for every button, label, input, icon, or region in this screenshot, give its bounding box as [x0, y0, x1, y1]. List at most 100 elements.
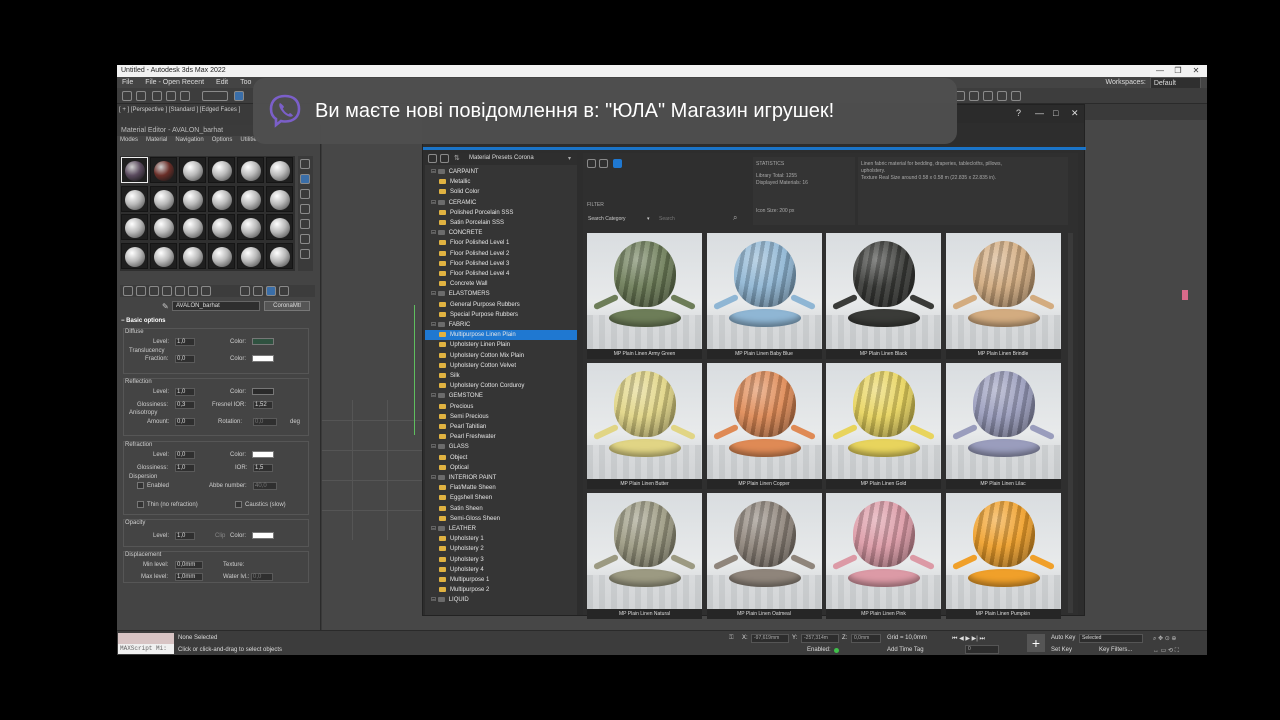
max-level-field[interactable]: 1,0mm: [175, 573, 203, 581]
material-slot[interactable]: [179, 157, 206, 183]
viber-notification[interactable]: Ви маєте нові повідомлення в: "ЮЛА" Мага…: [253, 78, 957, 144]
select-object-icon[interactable]: [234, 91, 244, 101]
tree-item[interactable]: Upholstery 2: [425, 544, 577, 554]
menu-modes[interactable]: Modes: [120, 136, 138, 145]
set-key-button[interactable]: Set Key: [1051, 647, 1072, 653]
material-slot[interactable]: [179, 185, 206, 212]
tree-category[interactable]: ⊟ CERAMIC: [425, 198, 577, 208]
material-tile[interactable]: MP Plain Linen Copper: [706, 363, 822, 489]
caustics-checkbox[interactable]: [235, 501, 242, 508]
expand-icon[interactable]: [440, 154, 449, 163]
playback-controls[interactable]: ⏮ ◀ ▶ ▶| ⏭: [952, 635, 985, 643]
toolbar-tool-icon[interactable]: [983, 91, 993, 101]
material-slot[interactable]: [266, 157, 293, 183]
material-slot[interactable]: [179, 242, 206, 269]
icon-size[interactable]: Icon Size: 200 px: [756, 208, 794, 214]
tree-item[interactable]: Floor Polished Level 2: [425, 249, 577, 259]
close-button[interactable]: ✕: [1189, 65, 1203, 77]
reflection-level-field[interactable]: 1,0: [175, 388, 195, 396]
material-tile[interactable]: MP Plain Linen Baby Blue: [706, 233, 822, 359]
opacity-level-field[interactable]: 1,0: [175, 532, 195, 540]
collapse-icon[interactable]: [428, 154, 437, 163]
redo-icon[interactable]: [136, 91, 146, 101]
abbe-field[interactable]: 40,0: [253, 482, 277, 490]
unlink-icon[interactable]: [166, 91, 176, 101]
material-tile[interactable]: MP Plain Linen Natural: [587, 493, 702, 619]
tree-item[interactable]: Multipurpose 1: [425, 575, 577, 585]
material-tile[interactable]: MP Plain Linen Butter: [587, 363, 702, 489]
tree-item[interactable]: Satin Porcelain SSS: [425, 218, 577, 228]
presets-maximize-button[interactable]: □: [1053, 108, 1058, 118]
material-tile[interactable]: MP Plain Linen Oatmeal: [706, 493, 822, 619]
material-slot[interactable]: [179, 214, 206, 240]
material-tile[interactable]: MP Plain Linen Pink: [826, 493, 941, 619]
material-name-field[interactable]: AVALON_barhat: [172, 301, 260, 311]
reflection-color-swatch[interactable]: [252, 388, 274, 395]
tree-item[interactable]: Object: [425, 453, 577, 463]
search-icon[interactable]: ⌕: [733, 213, 737, 223]
material-tile[interactable]: MP Plain Linen Gold: [826, 363, 941, 489]
diffuse-level-field[interactable]: 1,0: [175, 338, 195, 346]
expand-toggle-icon[interactable]: ⊟: [431, 597, 438, 603]
link-icon[interactable]: [152, 91, 162, 101]
list-view-icon[interactable]: [599, 159, 608, 168]
maximize-button[interactable]: ❐: [1171, 65, 1185, 77]
tree-item[interactable]: Flat/Matte Sheen: [425, 483, 577, 493]
tree-item[interactable]: Upholstery 3: [425, 555, 577, 565]
menu-tools[interactable]: Too: [240, 77, 251, 88]
tree-category[interactable]: ⊟ CARPAINT: [425, 167, 577, 177]
grid-scrollbar[interactable]: [1068, 233, 1073, 613]
library-icon[interactable]: [201, 286, 211, 296]
chevron-down-icon[interactable]: ▾: [568, 155, 571, 162]
expand-toggle-icon[interactable]: ⊟: [431, 291, 438, 297]
material-slot[interactable]: [208, 214, 235, 240]
viewport-nav-icons[interactable]: ⌕ ✥ ⊙ ⊕: [1153, 635, 1176, 643]
tree-item[interactable]: Pearl Freshwater: [425, 432, 577, 442]
tree-item[interactable]: Multipurpose Linen Plain: [425, 330, 577, 341]
z-coordinate-field[interactable]: 0,0mm: [851, 634, 881, 643]
tree-item[interactable]: General Purpose Rubbers: [425, 300, 577, 310]
material-tile[interactable]: MP Plain Linen Brindle: [945, 233, 1061, 359]
material-type-button[interactable]: CoronaMtl: [264, 301, 310, 311]
maxscript-listener[interactable]: MAXScript Mi:: [118, 633, 174, 654]
material-slot[interactable]: [150, 157, 177, 183]
refraction-gloss-field[interactable]: 1,0: [175, 464, 195, 472]
refraction-color-swatch[interactable]: [252, 451, 274, 458]
copy-material-icon[interactable]: [175, 286, 185, 296]
material-slot[interactable]: [121, 242, 148, 269]
go-to-parent-icon[interactable]: [266, 286, 276, 296]
material-slot[interactable]: [208, 185, 235, 212]
unique-icon[interactable]: [188, 286, 198, 296]
tree-item[interactable]: Precious: [425, 402, 577, 412]
current-frame-field[interactable]: 0: [965, 645, 999, 654]
sample-type-icon[interactable]: [300, 159, 310, 169]
search-input[interactable]: Search: [659, 216, 675, 222]
auto-key-button[interactable]: Auto Key: [1051, 635, 1075, 641]
add-time-tag[interactable]: Add Time Tag: [887, 647, 924, 653]
viewport-label[interactable]: [ + ] [Perspective ] [Standard ] [Edged …: [119, 107, 240, 113]
fraction-field[interactable]: 0,0: [175, 355, 195, 363]
reset-map-icon[interactable]: [162, 286, 172, 296]
tree-category[interactable]: ⊟ ELASTOMERS: [425, 289, 577, 299]
reflection-gloss-field[interactable]: 0,3: [175, 401, 195, 409]
material-slot[interactable]: [208, 242, 235, 269]
presets-close-button[interactable]: ✕: [1071, 108, 1079, 119]
tree-item[interactable]: Polished Porcelain SSS: [425, 208, 577, 218]
material-slot[interactable]: [237, 242, 264, 269]
tree-item[interactable]: Semi Precious: [425, 412, 577, 422]
material-slot[interactable]: [237, 157, 264, 183]
grid-view-icon[interactable]: [587, 159, 596, 168]
lock-selection-icon[interactable]: ⚿: [729, 635, 734, 642]
material-slot[interactable]: [237, 214, 264, 240]
material-slot[interactable]: [150, 242, 177, 269]
dispersion-enabled-checkbox[interactable]: [137, 482, 144, 489]
add-key-icon[interactable]: +: [1027, 634, 1045, 652]
expand-toggle-icon[interactable]: ⊟: [431, 230, 438, 236]
tree-item[interactable]: Eggshell Sheen: [425, 493, 577, 503]
tree-item[interactable]: Floor Polished Level 3: [425, 259, 577, 269]
material-tile[interactable]: MP Plain Linen Army Green: [587, 233, 702, 359]
tree-item[interactable]: Optical: [425, 463, 577, 473]
put-to-scene-icon[interactable]: [136, 286, 146, 296]
tree-item[interactable]: Upholstery Cotton Mix Plain: [425, 351, 577, 361]
material-tile[interactable]: MP Plain Linen Lilac: [945, 363, 1061, 489]
